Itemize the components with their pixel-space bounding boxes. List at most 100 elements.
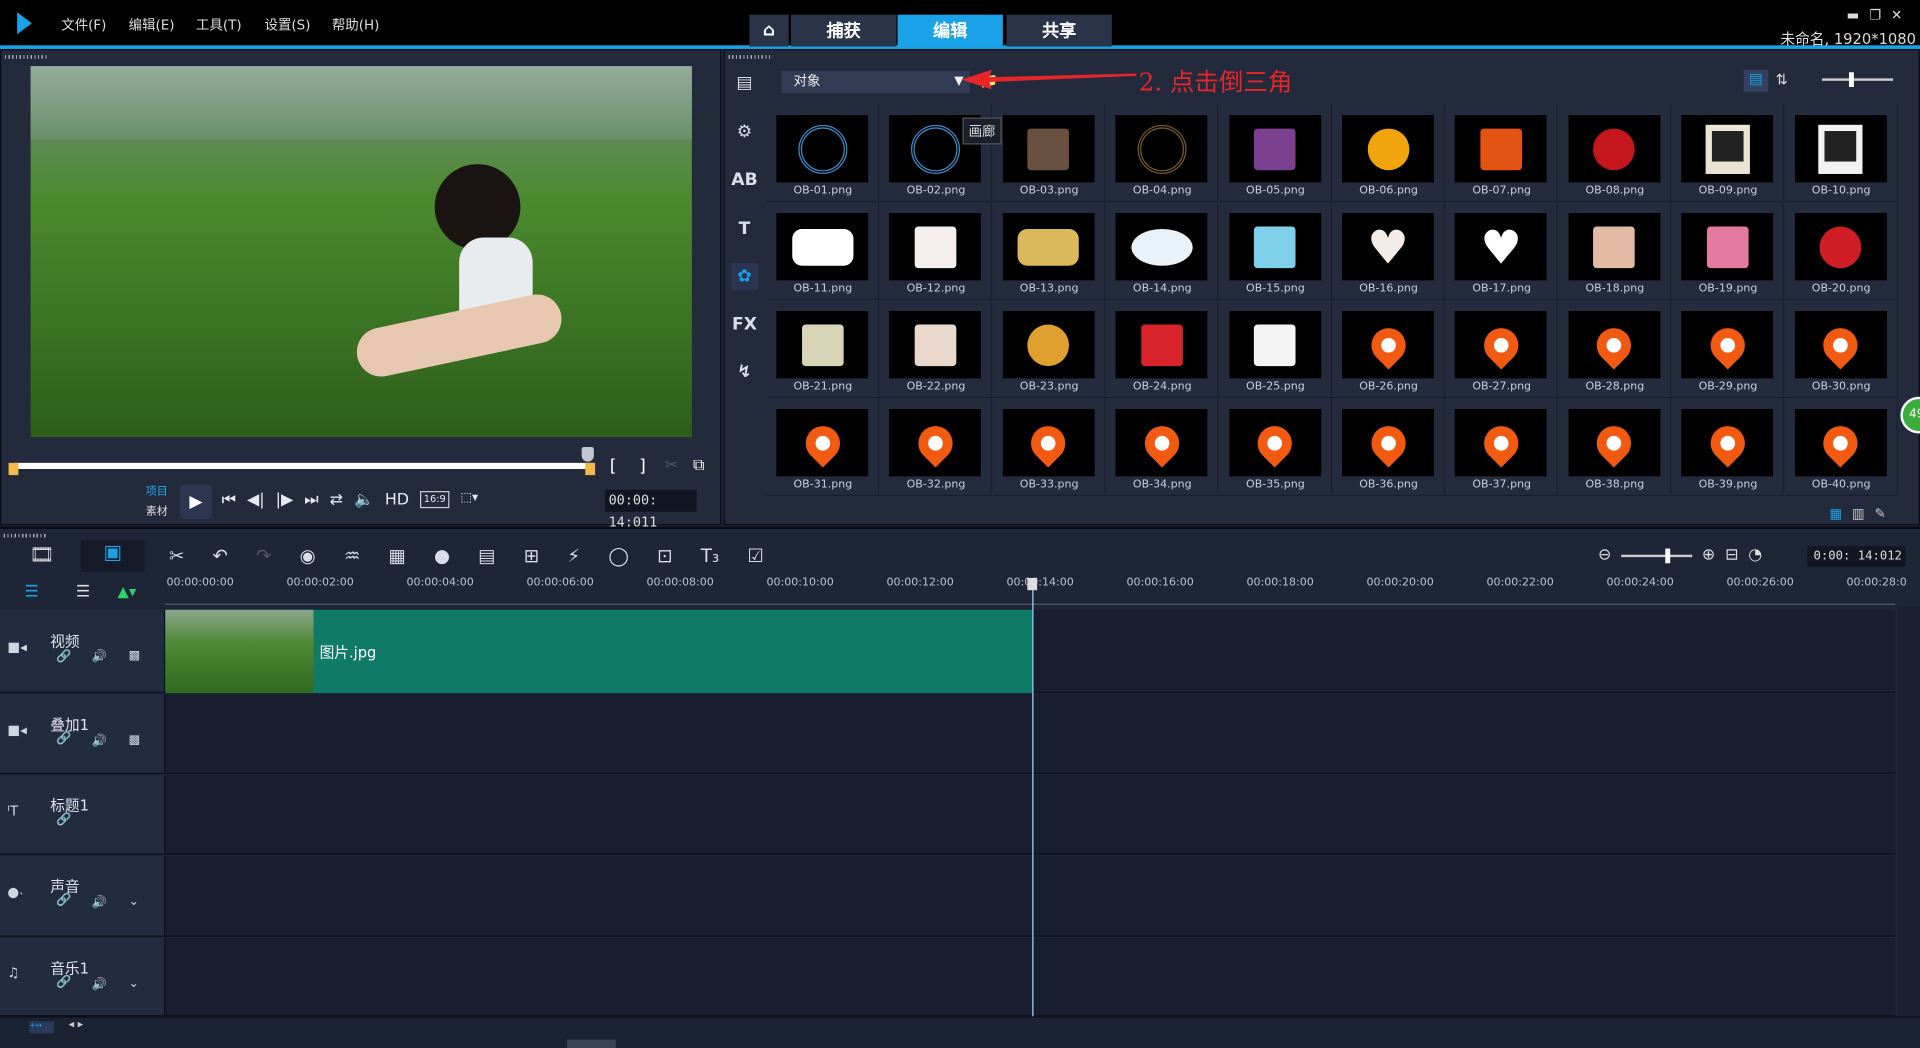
library-item[interactable]: OB-20.png bbox=[1784, 202, 1898, 301]
library-item[interactable]: OB-26.png bbox=[1332, 300, 1445, 398]
library-item[interactable]: OB-04.png bbox=[1105, 104, 1219, 203]
grid-icon[interactable]: ▩ bbox=[129, 649, 141, 662]
filter-icon[interactable]: FX bbox=[731, 311, 758, 338]
library-item[interactable]: OB-22.png bbox=[879, 300, 993, 398]
copy-icon[interactable]: ⧉ bbox=[693, 457, 704, 475]
tab-1[interactable]: 编辑 bbox=[897, 14, 1003, 47]
tools-icon[interactable]: ✂ bbox=[169, 545, 184, 567]
maximize-button[interactable]: ❐ bbox=[1869, 7, 1891, 23]
thumbnail-view-icon[interactable]: ▦ bbox=[1829, 506, 1842, 522]
track-4[interactable]: ♫ 音乐1 🔗 🔊 ⌄ bbox=[0, 937, 1896, 1017]
prev-frame-icon[interactable]: ◀| bbox=[247, 491, 265, 509]
library-item[interactable]: OB-18.png bbox=[1558, 202, 1672, 301]
library-item[interactable]: ♥ OB-17.png bbox=[1445, 202, 1559, 301]
link-icon[interactable]: 🔗 bbox=[56, 976, 71, 989]
library-item[interactable]: OB-36.png bbox=[1332, 397, 1445, 496]
menu-item[interactable]: 工具(T) bbox=[196, 15, 242, 35]
menu-item[interactable]: 设置(S) bbox=[264, 15, 310, 35]
library-item[interactable]: OB-15.png bbox=[1219, 202, 1332, 301]
project-mode[interactable]: 项目 bbox=[146, 482, 168, 498]
track-2[interactable]: ᴵT 标题1 🔗 bbox=[0, 775, 1896, 855]
panel-grip[interactable] bbox=[3, 533, 48, 538]
playhead-line[interactable] bbox=[1032, 580, 1034, 1017]
library-item[interactable]: OB-39.png bbox=[1671, 397, 1785, 496]
multi-camera-icon[interactable]: ⊞ bbox=[524, 545, 539, 567]
library-item[interactable]: OB-35.png bbox=[1219, 397, 1332, 496]
link-icon[interactable]: 🔗 bbox=[56, 732, 71, 745]
panel-grip[interactable] bbox=[4, 55, 49, 59]
aspect-ratio-button[interactable]: 16:9 bbox=[420, 491, 450, 509]
menu-item[interactable]: 编辑(E) bbox=[129, 15, 175, 35]
object-icon[interactable]: ✿ bbox=[731, 263, 758, 291]
library-item[interactable]: OB-19.png bbox=[1671, 202, 1785, 301]
path-icon[interactable]: ↯ bbox=[731, 359, 758, 386]
playhead-marker[interactable] bbox=[1027, 577, 1038, 591]
view-list-button[interactable]: ▤ bbox=[1743, 69, 1769, 92]
storyboard-view-button[interactable]: ▣ bbox=[80, 540, 145, 572]
redo-icon[interactable]: ↷ bbox=[256, 545, 271, 567]
horizontal-scrollbar[interactable] bbox=[566, 1039, 616, 1048]
grid-icon[interactable]: ▩ bbox=[129, 733, 141, 746]
library-item[interactable]: OB-27.png bbox=[1445, 300, 1559, 398]
volume-icon[interactable]: 🔈 bbox=[354, 491, 374, 509]
library-item[interactable]: OB-30.png bbox=[1784, 300, 1898, 398]
expand-icon[interactable]: ⌄ bbox=[129, 895, 139, 908]
tab-2[interactable]: 共享 bbox=[1006, 14, 1112, 47]
3d-title-icon[interactable]: T₃ bbox=[701, 545, 720, 567]
play-button[interactable]: ▶ bbox=[180, 484, 212, 520]
record-capture-icon[interactable]: ◉ bbox=[300, 545, 316, 567]
title-icon[interactable]: T bbox=[731, 216, 758, 243]
track-1[interactable]: ■◂ 叠加1 🔗 🔊 ▩ bbox=[0, 694, 1896, 774]
thumb-size-slider[interactable] bbox=[1822, 72, 1894, 87]
motion-tracking-icon[interactable]: ● bbox=[434, 545, 450, 567]
library-item[interactable]: OB-14.png bbox=[1105, 202, 1219, 301]
clock-icon[interactable]: ◔ bbox=[1748, 546, 1762, 564]
zoom-slider[interactable] bbox=[1621, 547, 1693, 563]
hd-button[interactable]: HD bbox=[385, 491, 409, 509]
library-item[interactable]: OB-05.png bbox=[1219, 104, 1332, 203]
mark-in-button[interactable]: [ bbox=[610, 457, 617, 477]
mute-icon[interactable]: 🔊 bbox=[92, 650, 107, 663]
link-icon[interactable]: 🔗 bbox=[56, 650, 71, 663]
library-item[interactable]: OB-34.png bbox=[1105, 397, 1219, 496]
sort-icon[interactable]: ⇅ bbox=[1776, 71, 1788, 88]
library-item[interactable]: OB-13.png bbox=[992, 202, 1106, 301]
audio-mix-icon[interactable]: ♒ bbox=[344, 545, 360, 567]
minimize-button[interactable]: ▬ bbox=[1847, 7, 1870, 23]
grid-view-icon[interactable]: ▥ bbox=[1852, 506, 1865, 522]
library-item[interactable]: OB-23.png bbox=[992, 300, 1106, 398]
pan-zoom-icon[interactable]: ⊡ bbox=[657, 545, 672, 567]
media-icon[interactable]: ▤ bbox=[731, 70, 758, 97]
timecode-display[interactable]: 00:00: 14:011 bbox=[604, 489, 697, 530]
zoom-out-icon[interactable]: ⊖ bbox=[1598, 546, 1611, 564]
library-dropdown[interactable]: 对象 ▼ bbox=[781, 71, 970, 94]
transition-icon[interactable]: AB bbox=[731, 167, 758, 194]
library-item[interactable]: OB-10.png bbox=[1784, 104, 1898, 203]
go-start-icon[interactable]: ⏮ bbox=[222, 491, 236, 509]
repeat-icon[interactable]: ⇄ bbox=[330, 491, 343, 509]
close-button[interactable]: ✕ bbox=[1891, 7, 1912, 23]
mark-out-button[interactable]: ] bbox=[639, 457, 646, 477]
track-3[interactable]: ●˴ 声音 🔗 🔊 ⌄ bbox=[0, 855, 1896, 937]
library-item[interactable]: OB-40.png bbox=[1784, 397, 1898, 496]
trim-end-handle[interactable] bbox=[585, 462, 596, 476]
library-item[interactable]: OB-07.png bbox=[1445, 104, 1559, 203]
time-remap-icon[interactable]: ⚡ bbox=[567, 545, 580, 567]
menu-item[interactable]: 文件(F) bbox=[61, 15, 106, 35]
scrubber-track[interactable] bbox=[13, 462, 592, 469]
smart-render-icon[interactable]: ☑ bbox=[747, 545, 763, 567]
go-end-icon[interactable]: ⏭ bbox=[304, 491, 318, 509]
library-item[interactable]: OB-25.png bbox=[1219, 300, 1332, 398]
library-item[interactable]: OB-21.png bbox=[766, 300, 880, 398]
clip[interactable]: 图片.jpg bbox=[165, 609, 1033, 694]
add-track-icon[interactable]: ☰ bbox=[76, 583, 90, 601]
library-item[interactable]: OB-33.png bbox=[992, 397, 1106, 496]
panel-grip[interactable] bbox=[728, 55, 773, 59]
library-item[interactable]: OB-01.png bbox=[766, 104, 880, 203]
library-item[interactable]: OB-28.png bbox=[1558, 300, 1672, 398]
library-item[interactable]: OB-32.png bbox=[879, 397, 993, 496]
track-manager-icon[interactable]: ☰ bbox=[24, 583, 38, 601]
clip-mode[interactable]: 素材 bbox=[146, 502, 168, 518]
zoom-in-icon[interactable]: ⊕ bbox=[1702, 546, 1715, 564]
library-item[interactable]: ♥ OB-16.png bbox=[1332, 202, 1445, 301]
